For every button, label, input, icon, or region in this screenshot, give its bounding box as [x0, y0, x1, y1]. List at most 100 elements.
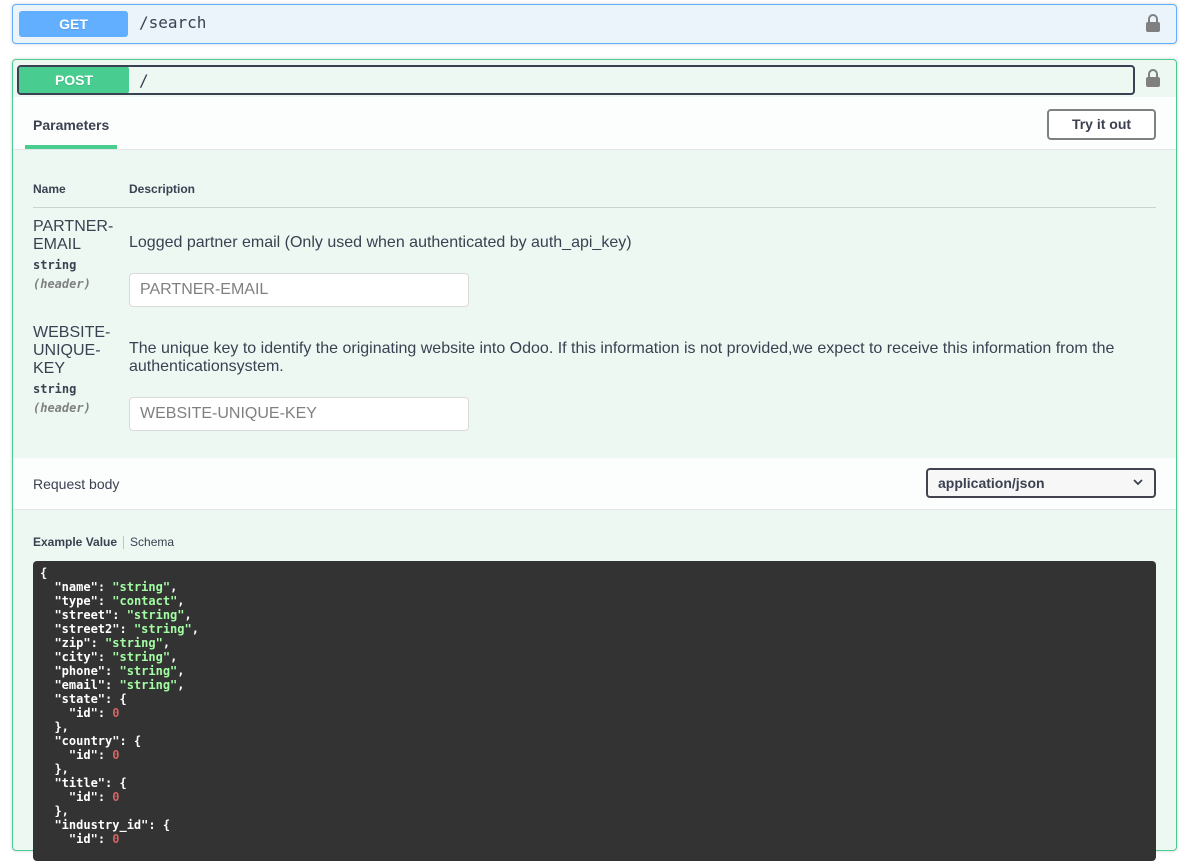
content-type-value: application/json: [938, 475, 1045, 491]
json-punctuation: [40, 580, 54, 594]
json-key: "street": [54, 608, 113, 622]
code-line: "zip": "string",: [40, 636, 170, 650]
json-key: "title": [54, 776, 106, 790]
param-description: Logged partner email (Only used when aut…: [129, 234, 632, 251]
post-method-badge: POST: [19, 67, 129, 93]
json-number: 0: [112, 748, 120, 762]
json-punctuation: [40, 692, 54, 706]
code-line: },: [40, 804, 69, 818]
code-line: "phone": "string",: [40, 664, 185, 678]
json-punctuation: :: [97, 580, 113, 594]
get-search-operation[interactable]: GET /search: [12, 4, 1177, 44]
json-punctuation: },: [40, 804, 69, 818]
tab-schema[interactable]: Schema: [130, 535, 174, 549]
code-line: "type": "contact",: [40, 594, 184, 608]
json-punctuation: ,: [177, 664, 185, 678]
json-punctuation: [40, 748, 69, 762]
json-number: 0: [112, 832, 120, 846]
request-body-label: Request body: [33, 476, 120, 492]
json-string: "string": [112, 650, 171, 664]
code-line: "id": 0: [40, 790, 120, 804]
param-name-partner-email: PARTNER- EMAIL: [33, 218, 114, 253]
json-punctuation: ,: [191, 622, 199, 636]
json-string: "string": [105, 636, 163, 650]
json-punctuation: },: [40, 720, 69, 734]
tab-example-value[interactable]: Example Value: [33, 535, 117, 549]
json-key: "type": [54, 594, 98, 608]
json-punctuation: [40, 636, 54, 650]
code-line: {: [40, 566, 47, 580]
table-divider: [33, 207, 1156, 208]
column-header-description: Description: [129, 182, 196, 196]
json-punctuation: [40, 622, 54, 636]
try-it-out-button[interactable]: Try it out: [1047, 109, 1156, 140]
param-location: (header): [33, 277, 91, 291]
json-string: "string": [133, 622, 192, 636]
partner-email-input[interactable]: [129, 273, 469, 307]
tab-parameters[interactable]: Parameters: [33, 117, 109, 133]
json-punctuation: [40, 650, 54, 664]
code-line: "street2": "string",: [40, 622, 199, 636]
json-key: "industry_id": [54, 818, 149, 832]
json-punctuation: [40, 776, 54, 790]
lock-icon[interactable]: [1146, 13, 1160, 33]
json-punctuation: ,: [177, 678, 185, 692]
json-punctuation: ,: [170, 580, 178, 594]
request-body-header: Request body application/json: [13, 458, 1176, 510]
json-number: 0: [112, 706, 120, 720]
json-punctuation: [40, 706, 69, 720]
json-string: "string": [126, 608, 185, 622]
json-number: 0: [112, 790, 120, 804]
json-key: "state": [54, 692, 106, 706]
get-method-badge: GET: [19, 11, 128, 37]
tab-separator: [123, 536, 125, 550]
example-value-code-block[interactable]: { "name": "string", "type": "contact", "…: [33, 561, 1156, 861]
param-type: string: [33, 258, 77, 272]
code-line: "city": "string",: [40, 650, 177, 664]
lock-icon[interactable]: [1146, 68, 1160, 88]
json-punctuation: [40, 594, 54, 608]
json-key: "zip": [54, 636, 91, 650]
json-punctuation: ,: [184, 608, 192, 622]
json-punctuation: ,: [170, 650, 178, 664]
website-unique-key-input[interactable]: [129, 397, 469, 431]
json-punctuation: :: [97, 594, 113, 608]
json-key: "email": [54, 678, 106, 692]
json-punctuation: : {: [105, 692, 127, 706]
json-punctuation: :: [105, 678, 120, 692]
code-line: "country": {: [40, 734, 141, 748]
json-punctuation: {: [40, 566, 48, 580]
json-string: "string": [119, 664, 178, 678]
param-description: The unique key to identify the originati…: [129, 340, 1115, 375]
active-tab-indicator: [25, 145, 117, 149]
json-punctuation: :: [97, 790, 113, 804]
json-punctuation: : {: [105, 776, 127, 790]
json-string: "contact": [112, 594, 178, 608]
post-root-operation: POST / Parameters Try it out Name Descri…: [12, 59, 1177, 861]
post-summary[interactable]: POST /: [17, 65, 1135, 95]
json-string: "string": [119, 678, 178, 692]
json-key: "phone": [54, 664, 106, 678]
json-punctuation: :: [97, 748, 113, 762]
json-punctuation: :: [97, 832, 113, 846]
code-line: "id": 0: [40, 832, 120, 846]
example-tabs: Example Value Schema: [33, 535, 174, 550]
code-line: },: [40, 762, 69, 776]
json-punctuation: : {: [119, 734, 142, 748]
json-key: "street2": [54, 622, 120, 636]
json-key: "id": [68, 706, 98, 720]
content-type-select[interactable]: application/json: [926, 468, 1156, 498]
column-header-name: Name: [33, 182, 66, 196]
json-punctuation: :: [97, 650, 113, 664]
json-punctuation: },: [40, 762, 69, 776]
json-key: "name": [54, 580, 98, 594]
code-line: "street": "string",: [40, 608, 192, 622]
json-punctuation: :: [90, 636, 106, 650]
parameters-section-header: Parameters Try it out: [13, 97, 1176, 150]
json-punctuation: :: [119, 622, 134, 636]
json-punctuation: [40, 664, 54, 678]
chevron-down-icon: [1133, 479, 1143, 486]
get-path: /search: [139, 13, 207, 32]
json-punctuation: [40, 790, 69, 804]
code-line: "id": 0: [40, 706, 120, 720]
